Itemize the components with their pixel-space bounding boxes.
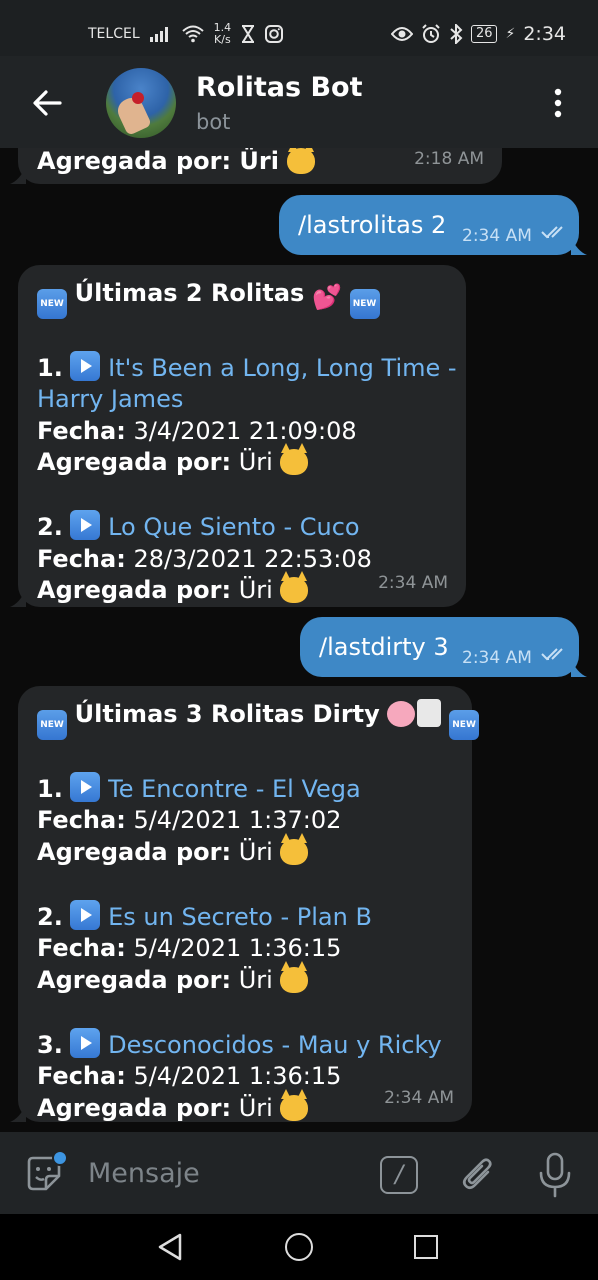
message-time: 2:18 AM <box>414 148 484 169</box>
play-icon <box>70 1027 101 1058</box>
cat-smirk-emoji <box>280 960 309 993</box>
instagram-icon <box>265 25 284 43</box>
song-entry: 1. Te Encontre - El Vega Fecha: 5/4/2021… <box>37 771 479 869</box>
nav-back-icon[interactable] <box>156 1232 186 1262</box>
cat-smirk-emoji <box>280 832 309 865</box>
message-time: 2:34 AM <box>462 648 532 668</box>
carrier-label: TELCEL <box>88 26 140 42</box>
toilet-paper-emoji <box>417 699 442 727</box>
added-by-label: Agregada por: Üri <box>37 148 279 175</box>
hearts-emoji: 💕 <box>311 283 342 311</box>
message-list[interactable]: Agregada por: Üri 2:18 AM /lastrolitas 2… <box>0 148 598 1132</box>
clock: 2:34 <box>523 23 566 45</box>
message-text: /lastdirty 3 <box>319 633 449 661</box>
message-bubble-incoming[interactable]: NEW Últimas 3 Rolitas Dirty NEW 1. Te En… <box>10 686 480 1122</box>
message-time: 2:34 AM <box>378 572 448 593</box>
message-time: 2:34 AM <box>384 1087 454 1108</box>
bot-avatar[interactable] <box>106 68 176 138</box>
bluetooth-icon <box>450 24 463 44</box>
message-text: /lastrolitas 2 <box>298 211 447 239</box>
chat-subtitle: bot <box>196 110 231 134</box>
song-entry: 2. Es un Secreto - Plan B Fecha: 5/4/202… <box>37 899 479 997</box>
bot-commands-button[interactable]: / <box>380 1156 418 1194</box>
double-check-icon <box>541 226 563 239</box>
song-link[interactable]: Harry James <box>37 385 183 413</box>
song-link[interactable]: It's Been a Long, Long Time - <box>108 354 456 382</box>
play-icon <box>70 350 101 381</box>
double-check-icon <box>541 648 563 661</box>
message-bubble-previous[interactable]: Agregada por: Üri 2:18 AM <box>10 148 502 184</box>
hourglass-icon <box>242 25 255 43</box>
cat-smirk-emoji <box>280 571 309 603</box>
cat-smirk-emoji <box>286 148 315 174</box>
message-bubble-outgoing[interactable]: /lastdirty 3 2:34 AM <box>300 617 587 677</box>
microphone-icon[interactable] <box>536 1152 574 1198</box>
play-icon <box>70 510 101 540</box>
status-bar: TELCEL 1.4 K/s 26 ⚡ 2:34 <box>0 0 598 56</box>
network-speed: 1.4 K/s <box>213 21 232 46</box>
nav-recents-icon[interactable] <box>414 1235 438 1259</box>
notification-dot <box>52 1150 68 1166</box>
song-link[interactable]: Desconocidos - Mau y Ricky <box>108 1031 442 1059</box>
new-badge-icon: NEW <box>349 289 380 319</box>
play-icon <box>70 771 101 802</box>
play-icon <box>70 899 101 930</box>
message-heading: NEW Últimas 3 Rolitas Dirty NEW <box>37 699 480 740</box>
message-composer: Mensaje / <box>0 1132 598 1214</box>
alarm-icon <box>422 24 440 43</box>
chat-header: Rolitas Bot bot <box>0 56 598 148</box>
cat-smirk-emoji <box>280 443 309 475</box>
song-entry: 1. It's Been a Long, Long Time - Harry J… <box>37 350 457 479</box>
nav-home-icon[interactable] <box>285 1233 313 1261</box>
more-options-icon[interactable] <box>548 86 568 120</box>
cat-smirk-emoji <box>280 1088 309 1121</box>
back-arrow-icon[interactable] <box>30 86 64 120</box>
chat-title[interactable]: Rolitas Bot <box>196 72 362 103</box>
message-bubble-incoming[interactable]: NEW Últimas 2 Rolitas 💕 NEW 1. It's Been… <box>10 265 466 607</box>
attach-paperclip-icon[interactable] <box>458 1154 498 1196</box>
message-time: 2:34 AM <box>462 226 532 246</box>
song-link[interactable]: Te Encontre - El Vega <box>108 775 361 803</box>
new-badge-icon: NEW <box>37 289 67 319</box>
new-badge-icon: NEW <box>37 710 67 740</box>
message-input[interactable]: Mensaje <box>88 1158 200 1189</box>
eye-icon <box>390 27 413 41</box>
message-bubble-outgoing[interactable]: /lastrolitas 2 2:34 AM <box>279 195 587 255</box>
signal-icon <box>149 27 168 42</box>
pig-emoji <box>387 701 416 727</box>
new-badge-icon: NEW <box>449 710 480 740</box>
battery-indicator: 26 <box>470 25 498 43</box>
system-nav-bar <box>0 1214 598 1280</box>
message-heading: NEW Últimas 2 Rolitas 💕 NEW <box>37 278 457 319</box>
wifi-icon <box>181 25 204 43</box>
song-link[interactable]: Lo Que Siento - Cuco <box>108 513 360 541</box>
charging-icon: ⚡ <box>505 26 516 42</box>
song-link[interactable]: Es un Secreto - Plan B <box>108 903 372 931</box>
